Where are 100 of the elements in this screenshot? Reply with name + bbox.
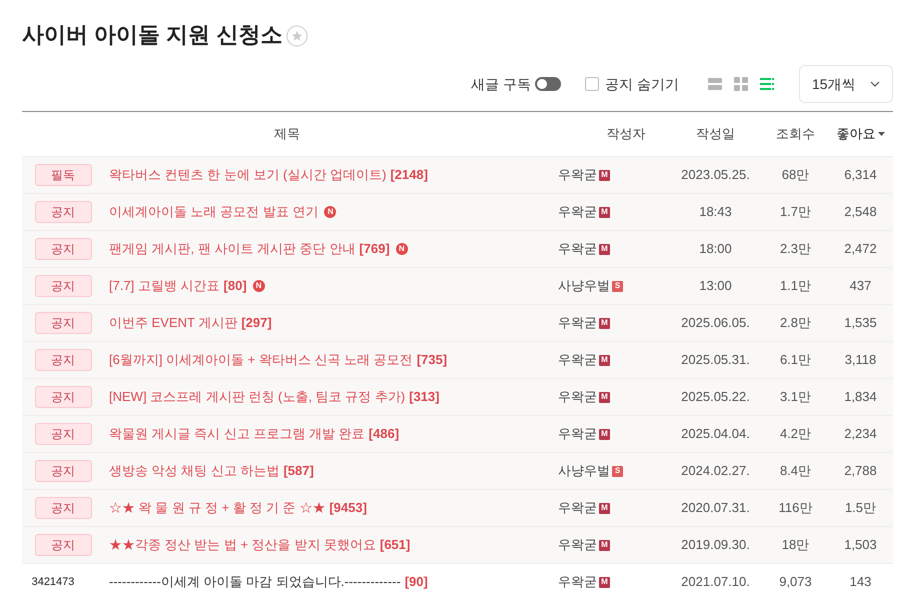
post-date: 2025.04.04. <box>681 425 750 444</box>
post-title-link[interactable]: 이세계아이돌 노래 공모전 발표 연기 <box>109 202 318 222</box>
post-date: 18:00 <box>699 240 732 258</box>
notice-tag: 공지 <box>34 238 92 260</box>
role-badge: M <box>599 318 610 328</box>
post-title-link[interactable]: [7.7] 고릴뱅 시간표 <box>109 276 220 296</box>
author-link[interactable]: 우왁굳 <box>558 313 597 333</box>
subscribe-toggle[interactable] <box>535 77 562 91</box>
role-badge: M <box>599 540 610 550</box>
author-link[interactable]: 우왁굳 <box>558 424 597 444</box>
post-title-link[interactable]: [6월까지] 이세계아이돌 + 왁타버스 신곡 노래 공모전 <box>109 350 413 370</box>
view-count: 68만 <box>782 166 810 184</box>
notice-tag: 공지 <box>34 497 92 519</box>
author-link[interactable]: 우왁굳 <box>558 239 597 259</box>
post-date: 2024.02.27. <box>681 462 750 480</box>
notice-tag: 공지 <box>34 460 92 482</box>
column-header[interactable]: 작성일 <box>696 124 735 144</box>
subscribe-label: 새글 구독 <box>471 74 532 94</box>
post-date: 2025.05.31. <box>681 351 750 370</box>
like-count: 6,314 <box>844 166 877 184</box>
new-badge: N <box>324 206 336 218</box>
post-title-link[interactable]: 생방송 악성 채팅 신고 하는법 <box>109 461 280 481</box>
view-count: 2.3만 <box>780 240 812 258</box>
comment-count[interactable]: [486] <box>368 424 400 444</box>
grid-view-icon[interactable] <box>733 76 749 92</box>
like-count: 2,548 <box>844 203 877 222</box>
role-badge: S <box>612 280 623 292</box>
like-count: 1,503 <box>844 536 877 554</box>
notice-tag: 공지 <box>34 534 92 556</box>
like-count: 1,535 <box>844 314 877 332</box>
view-count: 6.1만 <box>780 351 812 370</box>
post-date: 2019.09.30. <box>681 536 750 554</box>
view-count: 3.1만 <box>780 388 812 406</box>
author-link[interactable]: 우왁굳 <box>558 387 597 407</box>
role-badge: M <box>599 428 610 440</box>
author-link[interactable]: 사냥우벌 <box>558 276 610 296</box>
role-badge: M <box>599 502 610 514</box>
comment-count[interactable]: [651] <box>380 535 410 555</box>
list-view-icon[interactable] <box>759 76 775 92</box>
comment-count[interactable]: [80] <box>224 276 247 296</box>
post-title-link[interactable]: 이번주 EVENT 게시판 <box>109 313 238 333</box>
view-count: 2.8만 <box>780 314 812 332</box>
new-badge: N <box>396 243 408 255</box>
chevron-down-icon <box>870 81 880 87</box>
role-badge: M <box>599 354 610 366</box>
column-header[interactable]: 좋아요 <box>836 124 876 144</box>
hide-notices-label: 공지 숨기기 <box>605 74 679 94</box>
comment-count[interactable]: [2148] <box>390 165 428 185</box>
like-count: 2,472 <box>844 240 877 258</box>
author-link[interactable]: 우왁굳 <box>558 535 597 555</box>
post-date: 2020.07.31. <box>681 499 750 518</box>
per-page-dropdown[interactable]: 15개씩 <box>799 65 893 103</box>
post-title-link[interactable]: 왁타버스 컨텐츠 한 눈에 보기 (실시간 업데이트) <box>109 165 386 185</box>
role-badge: M <box>599 206 610 218</box>
view-count: 116만 <box>778 499 812 518</box>
author-link[interactable]: 우왁굳 <box>558 165 597 185</box>
like-count: 437 <box>850 277 872 296</box>
comment-count[interactable]: [587] <box>283 461 314 481</box>
notice-tag: 공지 <box>34 386 92 408</box>
author-link[interactable]: 우왁굳 <box>558 572 597 592</box>
post-title-link[interactable]: [NEW] 코스프레 게시판 런칭 (노출, 팀코 규정 추가) <box>109 387 406 407</box>
notice-tag: 공지 <box>34 201 92 223</box>
sort-down-icon[interactable] <box>878 132 884 136</box>
column-header[interactable]: 제목 <box>274 124 300 144</box>
column-header[interactable]: 조회수 <box>776 124 815 144</box>
post-date: 18:43 <box>699 203 732 222</box>
role-badge: M <box>599 170 610 180</box>
author-link[interactable]: 우왁굳 <box>558 350 597 370</box>
post-title-link[interactable]: 왁물원 게시글 즉시 신고 프로그램 개발 완료 <box>109 424 365 444</box>
post-title-link[interactable]: ★★각종 정산 받는 법 + 정산을 받지 못했어요 <box>109 535 376 555</box>
post-date: 2025.05.22. <box>681 388 750 406</box>
comment-count[interactable]: [769] <box>359 239 390 259</box>
comment-count[interactable]: [9453] <box>329 498 367 518</box>
checkbox[interactable] <box>585 77 600 91</box>
post-title-link[interactable]: ------------이세계 아이돌 마감 되었습니다.------------- <box>109 572 401 592</box>
notice-tag: 공지 <box>34 423 92 445</box>
notice-tag: 공지 <box>34 349 92 371</box>
post-date: 2021.07.10. <box>681 573 750 592</box>
column-header[interactable]: 작성자 <box>606 124 646 144</box>
view-count: 18만 <box>782 536 810 554</box>
board-title: 사이버 아이돌 지원 신청소 <box>22 20 282 48</box>
new-badge: N <box>252 280 265 292</box>
comment-count[interactable]: [297] <box>241 313 272 333</box>
post-number: 3421473 <box>32 574 76 590</box>
comment-count[interactable]: [735] <box>416 350 448 370</box>
like-count: 2,788 <box>844 462 877 480</box>
view-count: 1.7만 <box>780 203 812 222</box>
like-count: 2,234 <box>844 425 877 444</box>
like-count: 1.5만 <box>844 499 876 518</box>
post-date: 13:00 <box>699 277 732 296</box>
post-title-link[interactable]: ☆★ 왁 물 원 규 정 + 활 정 기 준 ☆★ <box>109 498 326 518</box>
comment-count[interactable]: [90] <box>404 572 428 592</box>
author-link[interactable]: 우왁굳 <box>558 498 597 518</box>
comment-count[interactable]: [313] <box>409 387 440 407</box>
author-link[interactable]: 우왁굳 <box>558 202 597 222</box>
post-date: 2025.06.05. <box>681 314 750 332</box>
album-view-icon[interactable] <box>707 76 723 92</box>
author-link[interactable]: 사냥우벌 <box>558 461 610 481</box>
post-title-link[interactable]: 팬게임 게시판, 팬 사이트 게시판 중단 안내 <box>109 239 356 259</box>
role-badge: M <box>599 392 610 402</box>
